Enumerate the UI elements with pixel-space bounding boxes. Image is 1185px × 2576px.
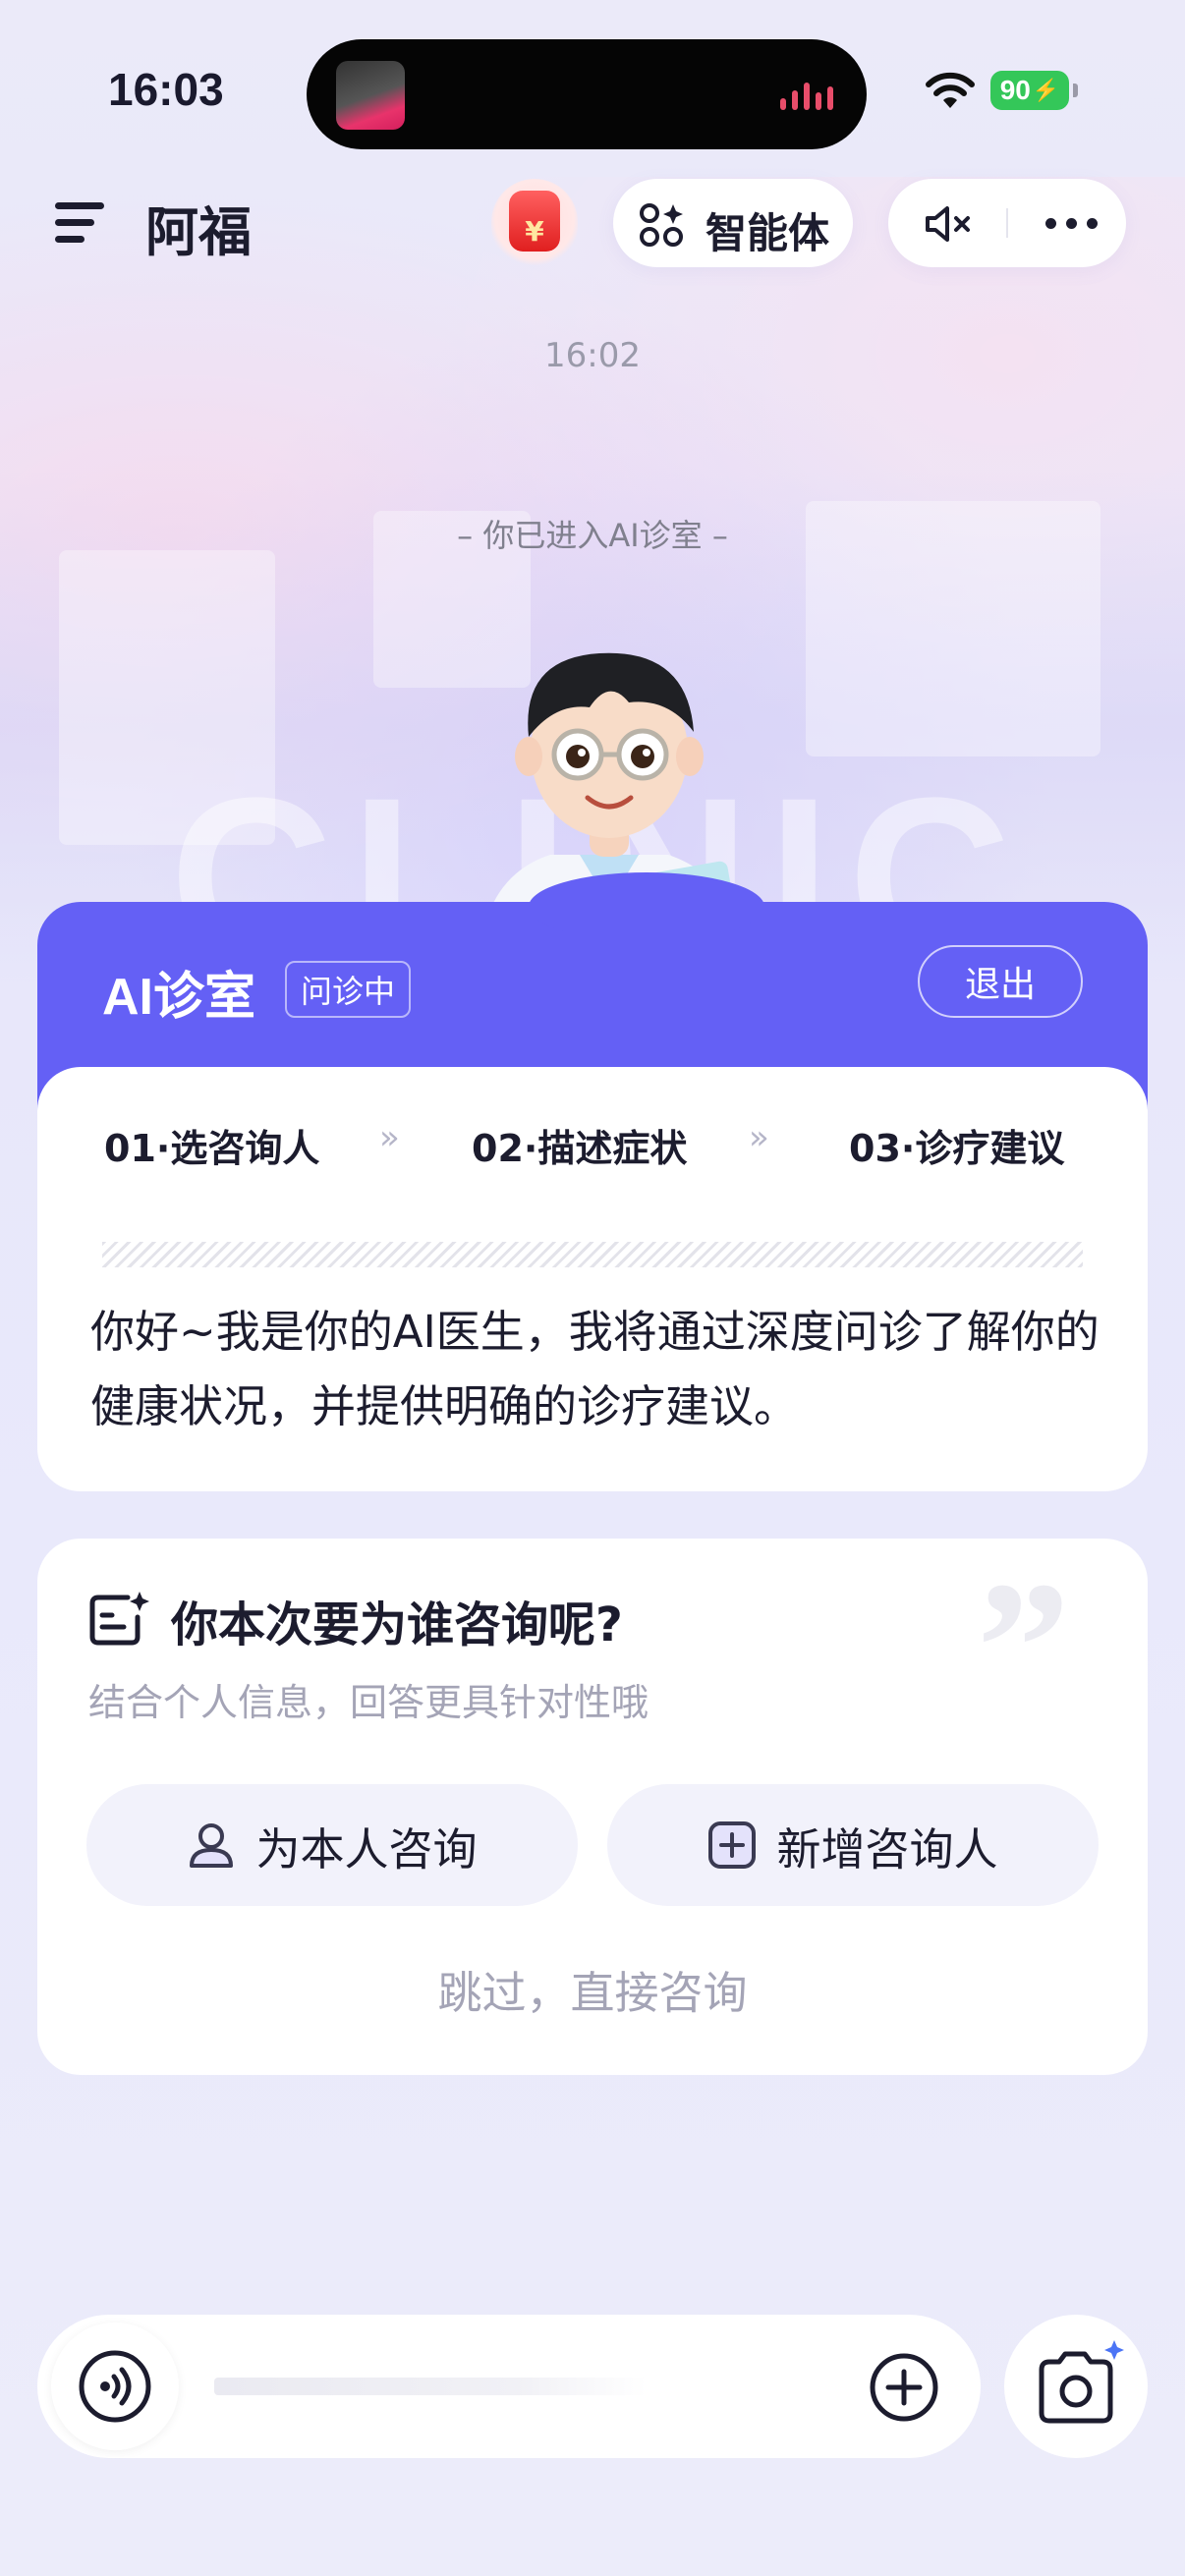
charging-bolt-icon: ⚡ xyxy=(1032,78,1060,102)
red-packet-button[interactable]: ¥ xyxy=(491,179,578,269)
controls-divider xyxy=(1006,208,1008,238)
more-icon[interactable] xyxy=(1045,218,1098,229)
agent-grid-icon xyxy=(640,203,683,247)
battery-indicator: 90 ⚡ xyxy=(990,71,1078,110)
exit-button[interactable]: 退出 xyxy=(918,945,1083,1018)
add-consultee-label: 新增咨询人 xyxy=(776,1822,998,1876)
voice-icon xyxy=(79,2350,151,2423)
consult-self-button[interactable]: 为本人咨询 xyxy=(86,1784,578,1906)
add-square-icon xyxy=(708,1821,757,1869)
menu-icon[interactable] xyxy=(55,200,108,246)
step-2: 02·描述症状 xyxy=(472,1127,688,1170)
edit-profile-icon xyxy=(89,1592,149,1646)
now-playing-album-art xyxy=(336,61,405,130)
message-input[interactable] xyxy=(214,2378,647,2395)
status-badge: 问诊中 xyxy=(285,961,412,1018)
step-progress: 01·选咨询人 » 02·描述症状 » 03·诊疗建议 xyxy=(37,1118,1148,1177)
hatched-divider xyxy=(102,1242,1083,1267)
controls-pill xyxy=(888,179,1126,267)
wifi-icon xyxy=(926,72,975,108)
status-time: 16:03 xyxy=(108,64,224,115)
clinic-card-body: 01·选咨询人 » 02·描述症状 » 03·诊疗建议 你好~我是你的AI医生，… xyxy=(37,1067,1148,1491)
consult-subtitle: 结合个人信息，回答更具针对性哦 xyxy=(88,1681,649,1724)
plus-icon[interactable] xyxy=(869,2352,939,2423)
audio-bars-icon xyxy=(780,79,833,110)
consult-target-card: 你本次要为谁咨询呢? ” 结合个人信息，回答更具针对性哦 为本人咨询 新增咨询人… xyxy=(37,1539,1148,2075)
chat-input-bar xyxy=(37,2315,981,2458)
consult-question: 你本次要为谁咨询呢? xyxy=(171,1597,623,1652)
agent-button[interactable]: 智能体 xyxy=(613,179,853,267)
step-1: 01·选咨询人 xyxy=(104,1127,320,1170)
ai-clinic-card: AI诊室 问诊中 退出 01·选咨询人 » 02·描述症状 » 03·诊疗建议 … xyxy=(37,872,1148,1491)
dynamic-island[interactable] xyxy=(307,39,867,149)
red-packet-icon: ¥ xyxy=(509,191,560,252)
quote-decoration-icon: ” xyxy=(977,1544,1070,1751)
agent-label: 智能体 xyxy=(705,209,830,257)
battery-level: 90 xyxy=(999,75,1031,105)
step-separator-icon: » xyxy=(379,1118,400,1157)
mute-icon[interactable] xyxy=(924,204,975,244)
app-title: 阿福 xyxy=(145,201,252,263)
skip-link[interactable]: 跳过，直接咨询 xyxy=(37,1957,1148,2021)
add-consultee-button[interactable]: 新增咨询人 xyxy=(607,1784,1099,1906)
consult-self-label: 为本人咨询 xyxy=(255,1822,478,1876)
clinic-title: AI诊室 xyxy=(102,969,256,1026)
enter-clinic-note: – 你已进入AI诊室 – xyxy=(457,517,728,554)
doctor-intro-message: 你好~我是你的AI医生，我将通过深度问诊了解你的健康状况，并提供明确的诊疗建议。 xyxy=(90,1306,1100,1432)
chat-timestamp: 16:02 xyxy=(544,336,641,375)
step-separator-icon: » xyxy=(749,1118,769,1157)
step-3: 03·诊疗建议 xyxy=(849,1127,1065,1170)
person-icon xyxy=(190,1823,234,1868)
voice-input-button[interactable] xyxy=(51,2323,179,2450)
camera-icon xyxy=(1039,2340,1124,2424)
camera-button[interactable] xyxy=(1004,2315,1148,2458)
